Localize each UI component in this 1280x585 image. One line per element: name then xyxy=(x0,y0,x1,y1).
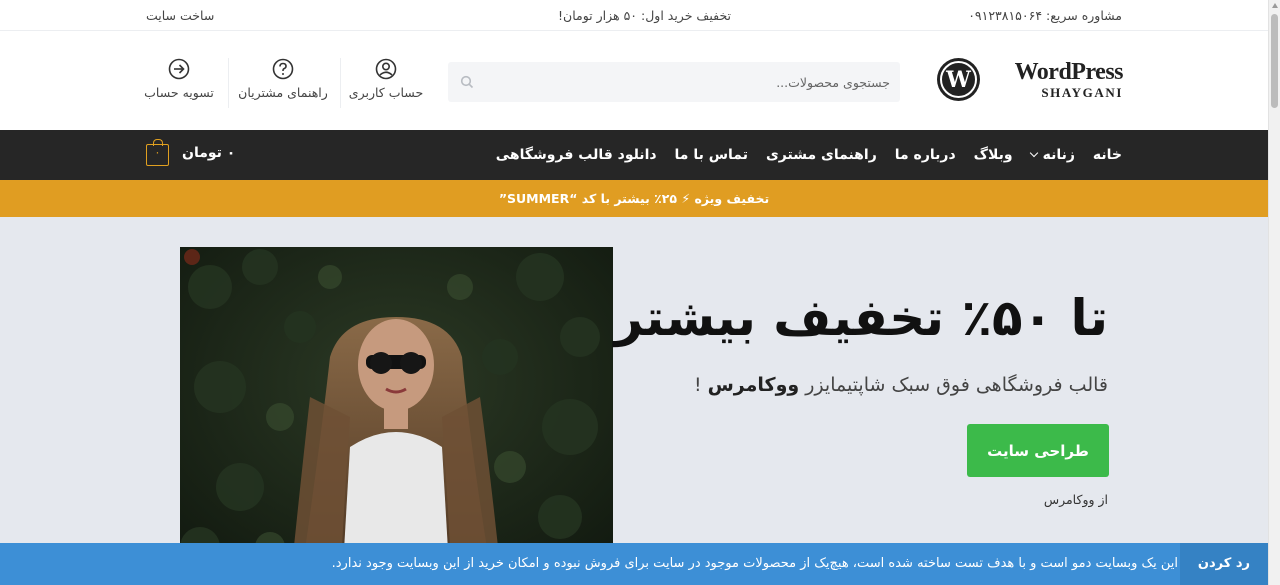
divider xyxy=(228,58,229,108)
site-header: W WordPress SHAYGANI حساب کاربری xyxy=(0,31,1268,130)
hero-subtitle: قالب فروشگاهی فوق سبک شاپتیمایزر ووکامرس… xyxy=(693,374,1108,396)
logo-wordmark: WordPress xyxy=(1014,59,1124,85)
cart-total: ۰ تومان xyxy=(182,145,236,161)
design-site-button[interactable]: طراحی سایت xyxy=(967,424,1109,477)
logo-subtitle: SHAYGANI xyxy=(1041,85,1123,100)
promo-text: تخفیف ویژه ⚡ ۲۵٪ بیشتر با کد “SUMMER” xyxy=(498,191,770,206)
page: مشاوره سریع: ۰۹۱۲۳۸۱۵۰۶۴ تخفیف خرید اول:… xyxy=(0,0,1268,585)
cart-count: ۰ xyxy=(154,146,161,159)
site-logo[interactable]: W WordPress SHAYGANI xyxy=(937,58,1124,104)
wordpress-logo-icon: W xyxy=(937,58,980,101)
scroll-up-arrow-icon[interactable] xyxy=(1272,3,1278,8)
top-bar: مشاوره سریع: ۰۹۱۲۳۸۱۵۰۶۴ تخفیف خرید اول:… xyxy=(0,0,1268,31)
promo-banner: تخفیف ویژه ⚡ ۲۵٪ بیشتر با کد “SUMMER” xyxy=(0,180,1268,217)
nav-item-customer-guide[interactable]: راهنمای مشتری xyxy=(748,130,877,180)
search-icon[interactable] xyxy=(460,75,474,89)
header-actions: حساب کاربری راهنمای مشتریان تسویه حساب xyxy=(140,58,430,114)
first-purchase-discount: تخفیف خرید اول: ۵۰ هزار تومان! xyxy=(558,8,731,23)
checkout-label: تسویه حساب xyxy=(144,85,214,100)
hero-image xyxy=(180,247,613,585)
account-link[interactable]: حساب کاربری xyxy=(346,58,426,114)
hero-from-label: از ووکامرس xyxy=(1043,492,1108,507)
user-circle-icon xyxy=(375,58,397,80)
hero-section: تا ۵۰٪ تخفیف بیشتر قالب فروشگاهی فوق سبک… xyxy=(0,217,1268,585)
build-site-link[interactable]: ساخت سایت xyxy=(146,8,214,23)
customer-guide-label: راهنمای مشتریان xyxy=(238,85,328,100)
nav-menu: خانه زنانه وبلاگ درباره ما راهنمای مشتری… xyxy=(478,130,1122,180)
divider xyxy=(340,58,341,108)
hero-title: تا ۵۰٪ تخفیف بیشتر xyxy=(614,289,1108,347)
account-label: حساب کاربری xyxy=(348,85,424,100)
main-nav: خانه زنانه وبلاگ درباره ما راهنمای مشتری… xyxy=(0,130,1268,180)
question-circle-icon xyxy=(272,58,294,80)
chevron-down-icon xyxy=(1029,148,1038,158)
checkout-link[interactable]: تسویه حساب xyxy=(140,58,218,114)
dismiss-notice-button[interactable]: رد کردن xyxy=(1179,543,1268,585)
nav-item-women[interactable]: زنانه xyxy=(1013,130,1075,180)
hero-subtitle-brand: ووکامرس xyxy=(707,374,800,396)
nav-item-blog[interactable]: وبلاگ xyxy=(956,130,1013,180)
page-scrollbar[interactable] xyxy=(1268,0,1280,585)
nav-item-home[interactable]: خانه xyxy=(1075,130,1122,180)
scrollbar-thumb[interactable] xyxy=(1271,14,1278,108)
search-input[interactable] xyxy=(490,62,890,102)
demo-store-notice: رد کردن این یک وبسایت دمو است و با هدف ت… xyxy=(0,543,1268,585)
nav-item-download-theme[interactable]: دانلود قالب فروشگاهی xyxy=(478,130,657,180)
search-box xyxy=(448,62,900,102)
arrow-circle-icon xyxy=(168,58,190,80)
customer-guide-link[interactable]: راهنمای مشتریان xyxy=(234,58,332,114)
nav-item-contact[interactable]: تماس با ما xyxy=(657,130,748,180)
hero-photo-illustration xyxy=(180,247,613,585)
quick-consult: مشاوره سریع: ۰۹۱۲۳۸۱۵۰۶۴ xyxy=(968,8,1122,23)
nav-item-about[interactable]: درباره ما xyxy=(877,130,956,180)
demo-notice-text: این یک وبسایت دمو است و با هدف تست ساخته… xyxy=(331,556,1178,571)
